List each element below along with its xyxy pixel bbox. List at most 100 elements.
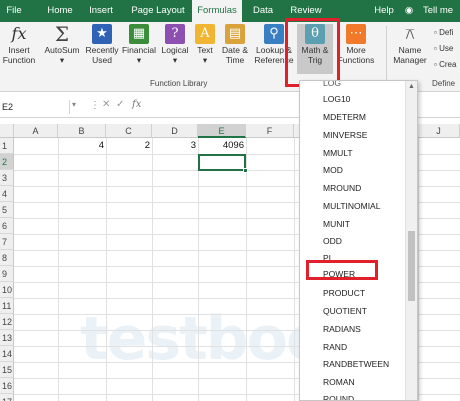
row-header[interactable]: 5 — [0, 202, 14, 218]
cell-c1[interactable]: 2 — [106, 138, 150, 154]
insert-function-button[interactable]: fx Insert Function — [0, 24, 38, 65]
row-header[interactable]: 9 — [0, 266, 14, 282]
sigma-icon: Σ — [54, 22, 70, 46]
dropdown-item[interactable]: ROMAN — [323, 376, 355, 388]
dropdown-item[interactable]: MROUND — [323, 182, 361, 194]
column-header-j[interactable]: J — [418, 124, 460, 138]
dropdown-item[interactable]: MDETERM — [323, 111, 366, 123]
cell-e1[interactable]: 4096 — [198, 138, 244, 154]
create-from-selection-item[interactable]: ▫ Crea — [434, 60, 456, 70]
row-header[interactable]: 16 — [0, 378, 14, 394]
row-header[interactable]: 15 — [0, 362, 14, 378]
recently-used-button[interactable]: ★ Recently Used — [84, 24, 120, 65]
dropdown-item[interactable]: MMULT — [323, 147, 353, 159]
dropdown-item[interactable]: RAND — [323, 341, 347, 353]
row-header[interactable]: 14 — [0, 346, 14, 362]
dropdown-item[interactable]: ODD — [323, 235, 342, 247]
function-library-label: Function Library — [150, 79, 208, 88]
dropdown-scrollbar[interactable]: ▲ — [405, 81, 417, 400]
active-cell-e2[interactable] — [198, 154, 246, 171]
insert-function-label-1: Insert — [8, 45, 30, 55]
scrollbar-thumb[interactable] — [408, 231, 415, 301]
column-header-e[interactable]: E — [198, 124, 246, 138]
book-icon: ▦ — [129, 24, 149, 44]
dropdown-item[interactable]: RANDBETWEEN — [323, 358, 389, 370]
power-highlight — [306, 260, 378, 280]
chevron-down-icon: ▾ — [202, 55, 208, 65]
chevron-down-icon: ▾ — [136, 55, 142, 65]
row-header[interactable]: 7 — [0, 234, 14, 250]
logical-label: Logical — [161, 45, 189, 55]
financial-button[interactable]: ▦ Financial ▾ — [120, 24, 158, 65]
enter-icon[interactable]: ✓ — [116, 99, 124, 110]
tab-page-layout[interactable]: Page Layout — [128, 0, 188, 22]
name-box-dropdown-icon[interactable]: ▾ — [72, 100, 76, 109]
column-header-b[interactable]: B — [58, 124, 106, 138]
cancel-icon[interactable]: ✕ — [102, 99, 110, 110]
date-time-label-1: Date & — [222, 45, 248, 55]
row-header[interactable]: 4 — [0, 186, 14, 202]
fx-icon[interactable]: fx — [132, 99, 141, 110]
row-header[interactable]: 17 — [0, 394, 14, 401]
dropdown-item[interactable]: ROUND — [323, 393, 354, 400]
dropdown-item[interactable]: MOD — [323, 164, 343, 176]
row-header[interactable]: 10 — [0, 282, 14, 298]
dropdown-item-partial[interactable]: LOG — [323, 81, 341, 89]
column-header-c[interactable]: C — [106, 124, 152, 138]
formula-dots-icon: ⋮ — [90, 100, 100, 111]
row-header[interactable]: 6 — [0, 218, 14, 234]
row-header[interactable]: 11 — [0, 298, 14, 314]
tag-icon: ⚻ — [405, 25, 415, 43]
row-header[interactable]: 3 — [0, 170, 14, 186]
calendar-icon: ▤ — [225, 24, 245, 44]
date-time-label-2: Time — [225, 55, 245, 65]
text-a-icon: A — [195, 24, 215, 44]
logical-button[interactable]: ? Logical ▾ — [158, 24, 192, 65]
autosum-label: AutoSum — [44, 45, 80, 55]
ellipsis-icon: ⋯ — [346, 24, 366, 44]
column-header-d[interactable]: D — [152, 124, 198, 138]
tab-help[interactable]: Help — [372, 0, 396, 22]
tab-insert[interactable]: Insert — [86, 0, 116, 22]
row-header[interactable]: 12 — [0, 314, 14, 330]
dropdown-item[interactable]: MULTINOMIAL — [323, 200, 380, 212]
lightbulb-icon: ◉ — [404, 5, 414, 16]
dropdown-item[interactable]: QUOTIENT — [323, 305, 367, 317]
text-label: Text — [197, 45, 213, 55]
cell-b1[interactable]: 4 — [58, 138, 104, 154]
cell-d1[interactable]: 3 — [152, 138, 196, 154]
text-button[interactable]: A Text ▾ — [192, 24, 218, 65]
tab-file[interactable]: File — [2, 0, 26, 22]
name-box[interactable]: E2 — [0, 100, 70, 114]
star-icon: ★ — [92, 24, 112, 44]
scroll-up-icon[interactable]: ▲ — [408, 83, 415, 90]
row-header[interactable]: 1 — [0, 138, 14, 154]
defined-names-label: Define — [432, 79, 456, 88]
tab-formulas[interactable]: Formulas — [192, 0, 242, 22]
select-all-corner[interactable] — [0, 124, 14, 138]
use-in-formula-item[interactable]: ▫ Use — [434, 44, 453, 54]
dropdown-item[interactable]: LOG10 — [323, 93, 350, 105]
row-header[interactable]: 8 — [0, 250, 14, 266]
dropdown-item[interactable]: PRODUCT — [323, 287, 365, 299]
define-name-item[interactable]: ▫ Defi — [434, 28, 453, 38]
column-header-a[interactable]: A — [14, 124, 58, 138]
dropdown-item[interactable]: MUNIT — [323, 218, 350, 230]
more-functions-button[interactable]: ⋯ More Functions — [336, 24, 376, 65]
autosum-button[interactable]: Σ AutoSum ▾ — [42, 24, 82, 65]
row-header[interactable]: 2 — [0, 154, 14, 170]
tab-tell-me[interactable]: Tell me — [418, 0, 458, 22]
tab-home[interactable]: Home — [42, 0, 78, 22]
date-time-button[interactable]: ▤ Date & Time — [220, 24, 250, 65]
tab-data[interactable]: Data — [248, 0, 278, 22]
magnifier-icon: ⚲ — [264, 24, 284, 44]
column-header-f[interactable]: F — [246, 124, 294, 138]
name-manager-button[interactable]: ⚻ Name Manager — [390, 24, 430, 65]
dropdown-item[interactable]: RADIANS — [323, 323, 361, 335]
name-manager-label-1: Name — [398, 45, 422, 55]
insert-function-label-2: Function — [2, 55, 36, 65]
more-functions-label-1: More — [346, 45, 366, 55]
row-header[interactable]: 13 — [0, 330, 14, 346]
fill-handle[interactable] — [243, 168, 248, 173]
dropdown-item[interactable]: MINVERSE — [323, 129, 367, 141]
